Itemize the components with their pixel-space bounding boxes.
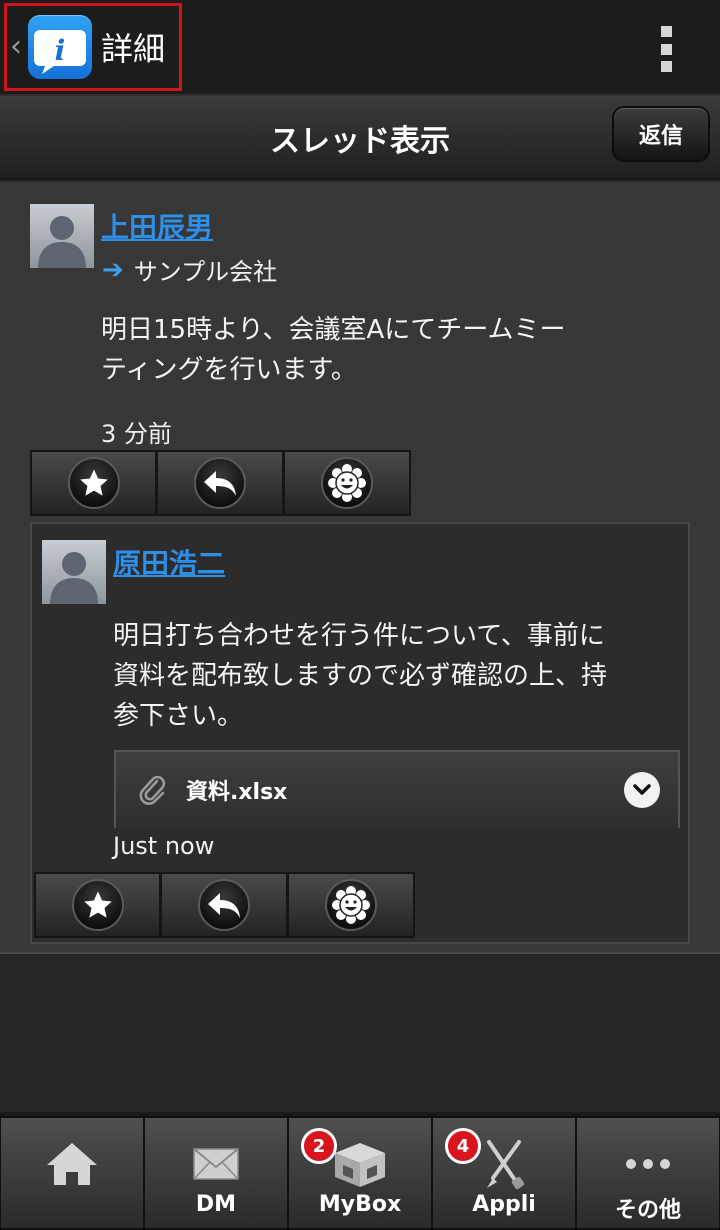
message-line: ティングを行います。 [101, 355, 357, 385]
reply-action-button[interactable] [161, 872, 288, 938]
message-line: 資料を配布致しますので必ず確認の上、持 [113, 661, 608, 691]
avatar[interactable] [30, 204, 94, 268]
organization-name: サンプル会社 [133, 258, 278, 286]
message-timestamp: Just now [113, 832, 215, 860]
back-chevron-icon: ‹ [10, 29, 22, 64]
star-icon [71, 879, 124, 931]
message-body: 明日打ち合わせを行う件について、事前に 資料を配布致しますので必ず確認の上、持 … [113, 616, 683, 736]
notification-badge: 2 [301, 1128, 337, 1164]
svg-text:i: i [55, 34, 66, 67]
smiley-flower-icon [325, 879, 377, 931]
overflow-dot [660, 43, 672, 55]
nav-mybox[interactable]: 2 MyBox [288, 1116, 432, 1230]
box-icon [331, 1140, 389, 1188]
message-timestamp: 3 分前 [101, 420, 172, 448]
reply-arrow-icon [198, 879, 250, 931]
reply-button[interactable]: 返信 [612, 106, 710, 162]
nav-label: MyBox [318, 1192, 402, 1217]
reply-arrow-icon [194, 457, 246, 509]
reply-card: 原田浩二 明日打ち合わせを行う件について、事前に 資料を配布致しますので必ず確認… [30, 522, 690, 944]
nav-label: その他 [614, 1198, 681, 1223]
smiley-flower-icon [321, 457, 373, 509]
overflow-dot [660, 61, 672, 72]
overflow-menu-icon[interactable] [654, 26, 678, 72]
action-bar: ‹ i 詳細 [0, 0, 720, 96]
thread-header: スレッド表示 返信 [0, 96, 720, 180]
nav-label: Appli [472, 1192, 536, 1217]
star-icon [67, 457, 120, 509]
favorite-button[interactable] [34, 872, 161, 938]
nav-more[interactable]: その他 [576, 1116, 720, 1230]
attachment-name: 資料.xlsx [186, 780, 288, 805]
message-line: 明日打ち合わせを行う件について、事前に [113, 621, 605, 651]
reaction-button[interactable] [284, 450, 411, 516]
back-navigation[interactable]: ‹ i 詳細 [4, 3, 182, 91]
nav-appli[interactable]: 4 Appli [432, 1116, 576, 1230]
more-dots-icon [623, 1140, 673, 1188]
reply-action-button[interactable] [157, 450, 284, 516]
organization-line: ➔ サンプル会社 [102, 252, 277, 287]
message-actions [34, 872, 415, 938]
reaction-button[interactable] [288, 872, 415, 938]
favorite-button[interactable] [30, 450, 157, 516]
envelope-icon [192, 1140, 240, 1188]
author-link[interactable]: 原田浩二 [113, 542, 225, 582]
message-line: 参下さい。 [113, 701, 244, 731]
chevron-down-icon[interactable] [624, 772, 660, 808]
notification-badge: 4 [445, 1128, 481, 1164]
home-icon [43, 1140, 101, 1188]
bottom-navigation: DM 2 MyBox 4 Appli その他 [0, 1112, 720, 1230]
page-title: 詳細 [101, 30, 166, 68]
attachment-item[interactable]: 資料.xlsx [114, 750, 680, 828]
message-actions [30, 450, 411, 516]
thread-content: 上田辰男 ➔ サンプル会社 明日15時より、会議室Aにてチームミー ティングを行… [0, 182, 720, 954]
overflow-dot [660, 26, 672, 37]
avatar[interactable] [42, 540, 106, 604]
nav-label: DM [195, 1192, 237, 1217]
message-body: 明日15時より、会議室Aにてチームミー ティングを行います。 [101, 310, 681, 390]
paperclip-icon [138, 775, 168, 805]
message-line: 明日15時より、会議室Aにてチームミー [101, 315, 566, 345]
nav-home[interactable] [0, 1116, 144, 1230]
arrow-right-icon: ➔ [102, 254, 124, 285]
nav-dm[interactable]: DM [144, 1116, 288, 1230]
app-logo-icon: i [28, 15, 92, 79]
author-link[interactable]: 上田辰男 [101, 206, 213, 246]
tools-icon [479, 1140, 529, 1190]
